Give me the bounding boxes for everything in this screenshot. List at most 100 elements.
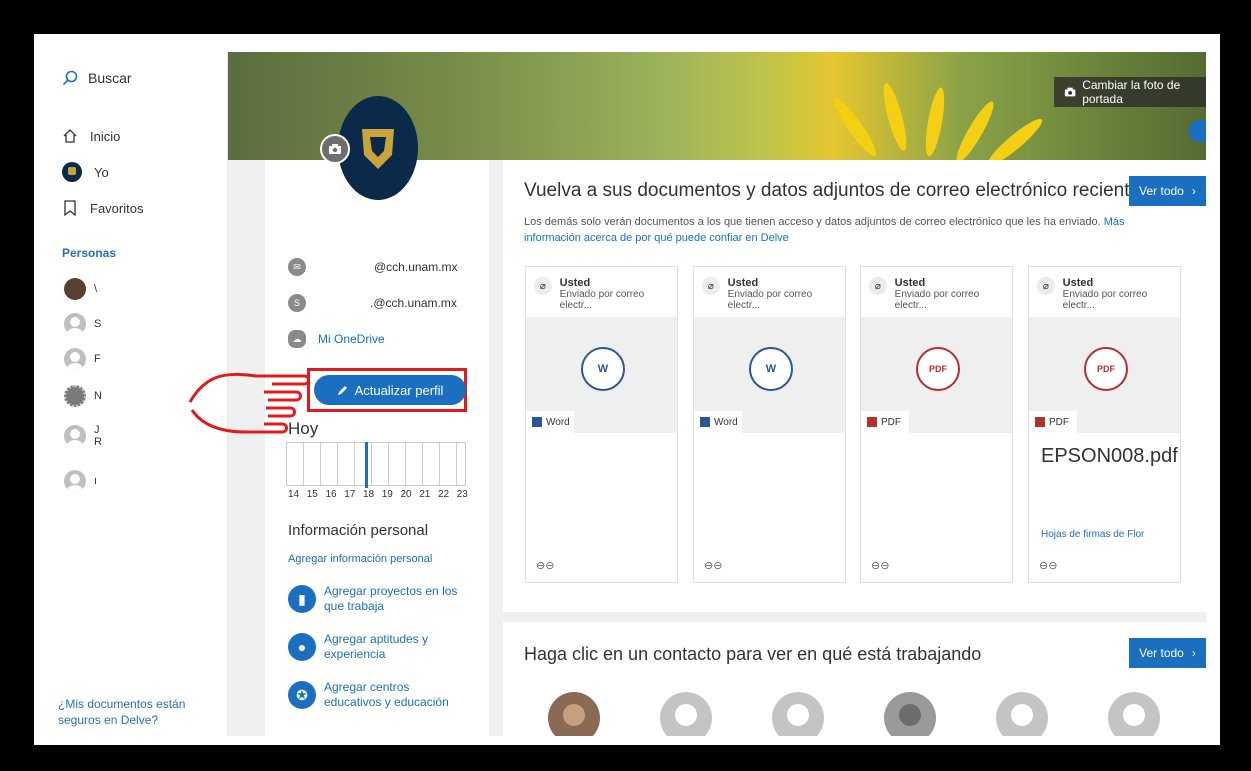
email-row[interactable]: ✉ @cch.unam.mx <box>288 258 458 276</box>
contact-avatar[interactable] <box>996 692 1048 736</box>
document-card[interactable]: ⌀ Usted Enviado por correo electr... PDF … <box>1028 266 1181 583</box>
avatar <box>64 470 86 492</box>
sidebar-item-favoritos[interactable]: Favoritos <box>62 200 143 216</box>
contact-avatar[interactable] <box>548 692 600 736</box>
chevron-right-icon: › <box>1191 646 1196 660</box>
doc-type-badge: Word <box>694 411 742 433</box>
email-value: @cch.unam.mx <box>374 260 458 274</box>
avatar <box>62 162 82 182</box>
sidebar-item-label: Inicio <box>90 128 121 144</box>
view-all-label: Ver todo <box>1139 646 1184 660</box>
avatar <box>64 385 86 407</box>
add-personal-info-link[interactable]: Agregar información personal <box>288 553 432 565</box>
change-cover-button[interactable]: Cambiar la foto de portada <box>1054 77 1206 107</box>
pdf-icon <box>1035 417 1045 427</box>
security-link[interactable]: ¿Mis documentos están seguros en Delve? <box>58 696 228 728</box>
contact-avatar[interactable] <box>660 692 712 736</box>
doc-header: ⌀ Usted Enviado por correo electr... <box>534 277 677 311</box>
person-item[interactable]: J R <box>64 424 102 448</box>
person-item[interactable]: N <box>64 385 102 407</box>
documents-description: Los demás solo verán documentos a los qu… <box>524 214 1174 246</box>
doc-type-badge: PDF <box>861 411 909 433</box>
contact-avatar[interactable] <box>1108 692 1160 736</box>
search-label: Buscar <box>88 70 132 86</box>
add-skills-link[interactable]: ● Agregar aptitudes y experiencia <box>288 632 468 662</box>
avatar <box>64 278 86 300</box>
link-icon[interactable]: ⊖⊖ <box>536 559 554 572</box>
photo-frame: Buscar Inicio Yo Favoritos Personas \ S … <box>0 0 1251 771</box>
contacts-title: Haga clic en un contacto para ver en qué… <box>524 644 982 664</box>
doc-type: PDF <box>881 416 901 428</box>
skype-icon: S <box>288 294 306 312</box>
person-name: J R <box>94 424 102 448</box>
mail-icon: ✉ <box>288 258 306 276</box>
update-profile-button[interactable]: Actualizar perfil <box>314 375 466 405</box>
document-card[interactable]: ⌀ Usted Enviado por correo electr... W Wo… <box>693 266 846 583</box>
contact-avatar[interactable] <box>884 692 936 736</box>
doc-sent: Enviado por correo electr... <box>1062 289 1148 311</box>
paperclip-icon: ⌀ <box>702 277 720 295</box>
sidebar-item-label: Yo <box>94 164 109 180</box>
person-item[interactable]: ı <box>64 470 97 492</box>
add-education-link[interactable]: ✪ Agregar centros educativos y educación <box>288 680 468 710</box>
doc-type: PDF <box>1049 416 1069 428</box>
doc-header: ⌀ Usted Enviado por correo electr... <box>869 277 1012 311</box>
search-icon <box>62 70 78 86</box>
sidebar-item-label: Favoritos <box>90 200 144 216</box>
doc-meta[interactable]: Hojas de firmas de Flor <box>1041 529 1144 540</box>
people-heading: Personas <box>62 246 117 260</box>
pdf-icon <box>867 417 877 427</box>
timeline-hour: 15 <box>306 489 318 500</box>
add-skills-label: Agregar aptitudes y experiencia <box>324 632 429 661</box>
personal-info-title: Información personal <box>288 522 429 539</box>
person-item[interactable]: \ <box>64 278 97 300</box>
person-item[interactable]: F <box>64 348 101 370</box>
doc-type-badge: Word <box>526 411 574 433</box>
document-card[interactable]: ⌀ Usted Enviado por correo electr... PDF … <box>860 266 1013 583</box>
person-item[interactable]: S <box>64 313 101 335</box>
person-name: \ <box>94 283 98 295</box>
home-icon <box>63 129 77 143</box>
sidebar-item-yo[interactable]: Yo <box>62 162 109 182</box>
camera-icon <box>329 144 341 154</box>
onedrive-link[interactable]: ☁ Mi OneDrive <box>288 330 385 348</box>
change-photo-button[interactable] <box>320 134 350 164</box>
documents-title: Vuelva a sus documentos y datos adjuntos… <box>524 180 1150 201</box>
word-icon: W <box>749 347 793 391</box>
search-button[interactable]: Buscar <box>62 70 132 86</box>
timeline-hour: 22 <box>438 489 450 500</box>
documents-description-text: Los demás solo verán documentos a los qu… <box>524 216 1101 228</box>
timeline-hour: 16 <box>325 489 337 500</box>
doc-type-badge: PDF <box>1029 411 1077 433</box>
person-name: S <box>94 318 102 330</box>
skype-row[interactable]: S .@cch.unam.mx <box>288 294 457 312</box>
word-icon <box>700 417 710 427</box>
sidebar-item-inicio[interactable]: Inicio <box>62 128 120 144</box>
paperclip-icon: ⌀ <box>534 277 552 295</box>
document-card[interactable]: ⌀ Usted Enviado por correo electr... W Wo… <box>525 266 678 583</box>
word-icon <box>532 417 542 427</box>
timeline-hour: 14 <box>288 489 300 500</box>
link-icon[interactable]: ⊖⊖ <box>1039 559 1057 572</box>
link-icon[interactable]: ⊖⊖ <box>704 559 722 572</box>
doc-sent: Enviado por correo electr... <box>727 289 813 311</box>
link-icon[interactable]: ⊖⊖ <box>871 559 889 572</box>
person-name: ı <box>94 475 98 487</box>
view-all-contacts-button[interactable]: Ver todo › <box>1129 638 1206 668</box>
ribbon-icon: ✪ <box>288 681 316 709</box>
view-all-label: Ver todo <box>1139 184 1184 198</box>
timeline-hours: 14 15 16 17 18 19 20 21 22 23 <box>288 489 468 500</box>
camera-icon <box>1064 87 1076 97</box>
paperclip-icon: ⌀ <box>869 277 887 295</box>
add-projects-link[interactable]: ▮ Agregar proyectos en los que trabaja <box>288 584 468 614</box>
timeline[interactable] <box>286 442 466 486</box>
feedback-tab[interactable] <box>1189 120 1206 142</box>
timeline-hour: 20 <box>400 489 412 500</box>
doc-type: Word <box>714 416 738 428</box>
today-label: Hoy <box>288 419 319 438</box>
view-all-documents-button[interactable]: Ver todo › <box>1129 176 1206 206</box>
contact-avatar[interactable] <box>772 692 824 736</box>
doc-user: Usted <box>894 277 926 289</box>
profile-photo[interactable] <box>338 96 418 200</box>
pdf-icon: PDF <box>916 347 960 391</box>
